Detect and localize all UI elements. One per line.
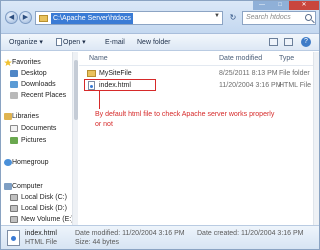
file-date: 8/25/2011 8:13 PM [219,70,278,77]
details-file-name: index.html [25,230,57,237]
computer-icon [4,183,12,190]
desktop-icon [10,70,18,77]
folder-icon [87,70,96,77]
disk-icon [10,216,18,223]
navigation-pane: Favorites Desktop Downloads Recent Place… [1,52,78,225]
html-file-icon [7,230,20,246]
disk-icon [10,205,18,212]
documents-icon [10,125,18,132]
open-file-icon [56,38,62,46]
details-size: Size: 44 bytes [75,239,119,246]
libraries-icon [4,113,12,120]
chevron-down-icon[interactable]: ▼ [214,13,220,19]
details-file-type: HTML File [25,239,58,246]
refresh-icon[interactable]: ↻ [227,11,239,25]
column-header-date-modified[interactable]: Date modified [219,55,262,62]
email-button[interactable]: E-mail [105,38,125,47]
homegroup-icon [4,159,12,166]
address-path[interactable]: C:\Apache Server\htdocs [51,13,133,24]
organize-button[interactable]: Organize ▾ [9,38,43,47]
preview-pane-icon[interactable] [284,38,293,46]
close-button[interactable]: ✕ [289,1,319,10]
file-name: MySiteFile [99,70,132,77]
table-row[interactable]: MySiteFile 8/25/2011 8:13 PM File folder [79,68,319,79]
search-input[interactable]: Search htdocs [242,11,316,25]
annotation-pointer [99,91,100,109]
file-list: Name Date modified Type MySiteFile 8/25/… [79,52,319,225]
forward-arrow-icon[interactable]: ▶ [19,11,32,24]
pictures-icon [10,137,18,144]
annotation-text: By default html file to check Apache ser… [95,111,275,128]
explorer-window: ◀ ▶ C:\Apache Server\htdocs ▼ ↻ Search h… [0,0,320,250]
search-icon[interactable] [305,14,312,21]
header-divider [79,65,319,66]
disk-icon [10,194,18,201]
back-arrow-icon[interactable]: ◀ [5,11,18,24]
open-button[interactable]: Open ▾ [63,38,86,47]
new-folder-button[interactable]: New folder [137,38,170,47]
help-icon[interactable]: ? [301,37,311,47]
annotation-highlight-box [84,79,156,91]
navigation-scrollbar[interactable] [72,52,78,225]
search-placeholder: Search htdocs [246,14,291,21]
maximize-button[interactable]: □ [271,1,289,10]
scrollbar-thumb[interactable] [74,60,78,120]
downloads-icon [10,81,18,88]
file-list-scrollbar[interactable] [313,52,319,225]
minimize-button[interactable]: — [253,1,271,10]
recent-places-icon [10,92,18,99]
details-date-created: Date created: 11/20/2004 3:16 PM [197,230,304,237]
details-date-modified: Date modified: 11/20/2004 3:16 PM [75,230,185,237]
file-type: File folder [279,70,310,77]
command-bar: Organize ▾ Open ▾ E-mail New folder ? [1,34,319,51]
file-date: 11/20/2004 3:16 PM [219,82,282,89]
views-icon[interactable] [269,38,278,46]
file-type: HTML File [279,82,312,89]
column-header-name[interactable]: Name [89,55,108,62]
address-field[interactable]: C:\Apache Server\htdocs ▼ [35,11,223,25]
details-pane: index.html HTML File Date modified: 11/2… [1,225,319,249]
folder-icon [39,15,48,22]
star-icon [4,59,12,66]
column-header-type[interactable]: Type [279,55,294,62]
address-bar-area: ◀ ▶ C:\Apache Server\htdocs ▼ ↻ Search h… [1,1,319,34]
